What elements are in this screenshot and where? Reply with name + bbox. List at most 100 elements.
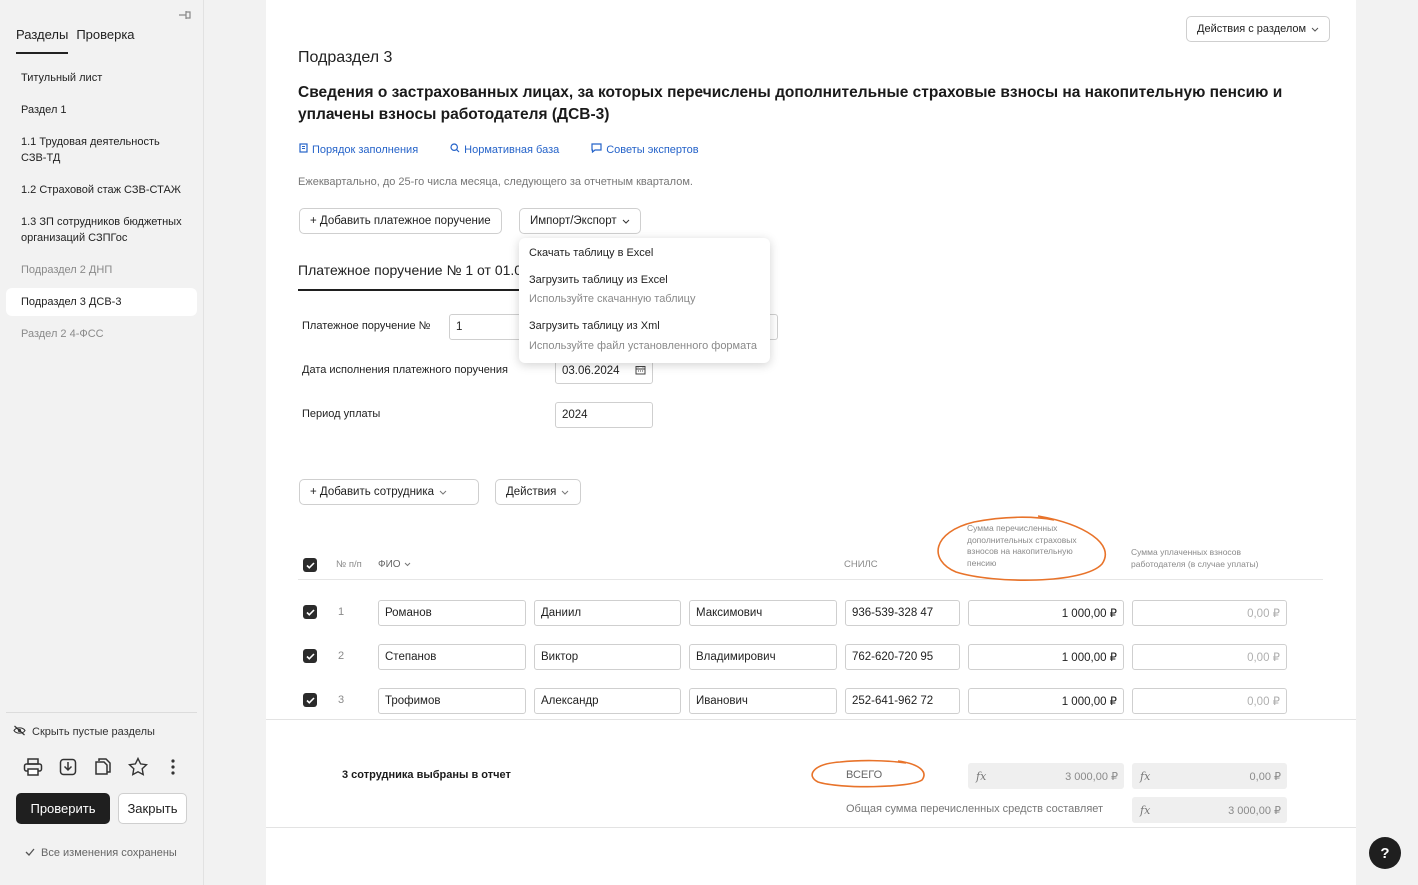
pin-icon[interactable] [178, 9, 192, 24]
sidebar-item-dsv3[interactable]: Подраздел 3 ДСВ-3 [6, 288, 197, 316]
sum-additional-value: 1 000,00 ₽ [1061, 608, 1117, 620]
menu-item-upload-excel-hint: Используйте скачанную таблицу [529, 293, 696, 305]
formula-icon: fx [1140, 769, 1151, 783]
hide-empty-label: Скрыть пустые разделы [32, 726, 155, 738]
eye-off-icon [13, 725, 26, 739]
print-icon[interactable] [22, 756, 43, 777]
first-name-input[interactable]: Александр [534, 688, 681, 714]
sidebar-item-szv-td[interactable]: 1.1 Трудовая деятельность СЗВ-ТД [6, 128, 197, 172]
col-fio-header[interactable]: ФИО [378, 559, 411, 571]
sum-additional-input[interactable]: 1 000,00 ₽ [968, 600, 1124, 626]
tab-check[interactable]: Проверка [76, 27, 134, 42]
select-all-checkbox[interactable] [303, 558, 317, 572]
sum-employer-value: 0,00 ₽ [1247, 696, 1280, 708]
last-name-input[interactable]: Трофимов [378, 688, 526, 714]
link-expert-tips[interactable]: Советы экспертов [591, 143, 699, 156]
payment-period-input[interactable]: 2024 [555, 402, 653, 428]
sidebar-item-szv-stazh[interactable]: 1.2 Страховой стаж СЗВ-СТАЖ [6, 176, 197, 204]
sidebar-divider [6, 712, 197, 713]
sidebar-item-section-1[interactable]: Раздел 1 [6, 96, 197, 124]
middle-name-input[interactable]: Иванович [689, 688, 837, 714]
row-number: 1 [338, 606, 345, 618]
link-fill-order[interactable]: Порядок заполнения [299, 143, 418, 156]
download-icon[interactable] [57, 756, 78, 777]
pp-number-value: 1 [456, 321, 463, 333]
sum-additional-input[interactable]: 1 000,00 ₽ [968, 688, 1124, 714]
add-payment-order-button[interactable]: + Добавить платежное поручение [299, 208, 502, 234]
help-button[interactable]: ? [1369, 837, 1401, 869]
last-name-input[interactable]: Степанов [378, 644, 526, 670]
sidebar-item-title-page[interactable]: Титульный лист [6, 64, 197, 92]
help-links: Порядок заполнения Нормативная база Сове… [299, 143, 699, 156]
sum-employer-input[interactable]: 0,00 ₽ [1132, 688, 1287, 714]
overall-sum-value: 3 000,00 ₽ [1228, 804, 1281, 817]
add-employee-label: + Добавить сотрудника [310, 486, 435, 498]
chevron-down-icon [561, 486, 569, 498]
calendar-icon[interactable] [635, 365, 646, 378]
close-button[interactable]: Закрыть [118, 793, 187, 824]
payment-order-title[interactable]: Платежное поручение № 1 от 01.0 [298, 262, 522, 278]
snils-value: 252-641-962 72 [852, 695, 934, 707]
overall-label: Общая сумма перечисленных средств состав… [846, 803, 1104, 815]
formula-icon: fx [1140, 803, 1151, 817]
row-checkbox[interactable] [303, 649, 317, 663]
payment-period-label: Период уплаты [302, 408, 381, 420]
row-checkbox[interactable] [303, 605, 317, 619]
snils-input[interactable]: 936-539-328 47 [845, 600, 960, 626]
first-name-input[interactable]: Даниил [534, 600, 681, 626]
formula-icon: fx [976, 769, 987, 783]
book-icon [299, 143, 308, 156]
import-export-label: Импорт/Экспорт [530, 215, 617, 227]
middle-name-value: Максимович [696, 607, 763, 619]
sidebar-item-szpgos[interactable]: 1.3 ЗП сотрудников бюджетных организаций… [6, 208, 197, 252]
pp-number-label: Платежное поручение № [302, 320, 431, 332]
snils-value: 936-539-328 47 [852, 607, 934, 619]
section-actions-button[interactable]: Действия с разделом [1186, 16, 1331, 42]
more-vertical-icon[interactable] [162, 756, 183, 777]
check-button[interactable]: Проверить [16, 793, 110, 824]
link-normative-base[interactable]: Нормативная база [450, 143, 559, 156]
first-name-value: Виктор [541, 651, 579, 663]
import-export-button[interactable]: Импорт/Экспорт [519, 208, 641, 234]
last-name-value: Романов [385, 607, 432, 619]
execution-date-label: Дата исполнения платежного поручения [302, 364, 508, 376]
first-name-input[interactable]: Виктор [534, 644, 681, 670]
col-snils-header: СНИЛС [844, 559, 878, 570]
summary-divider [266, 719, 1356, 720]
sum-employer-input[interactable]: 0,00 ₽ [1132, 644, 1287, 670]
copy-icon[interactable] [92, 756, 113, 777]
section-actions-label: Действия с разделом [1197, 23, 1307, 35]
total-employer-field: fx 0,00 ₽ [1132, 763, 1287, 789]
tab-sections[interactable]: Разделы [16, 27, 68, 42]
sidebar-item-dnp[interactable]: Подраздел 2 ДНП [6, 256, 197, 284]
middle-name-input[interactable]: Владимирович [689, 644, 837, 670]
menu-item-download-excel[interactable]: Скачать таблицу в Excel [529, 247, 653, 259]
hide-empty-toggle[interactable]: Скрыть пустые разделы [13, 725, 155, 739]
menu-item-upload-xml[interactable]: Загрузить таблицу из Xml [529, 320, 660, 332]
snils-input[interactable]: 252-641-962 72 [845, 688, 960, 714]
middle-name-value: Владимирович [696, 651, 776, 663]
snils-value: 762-620-720 95 [852, 651, 934, 663]
sidebar-item-4fss[interactable]: Раздел 2 4-ФСС [6, 320, 197, 348]
menu-item-upload-excel[interactable]: Загрузить таблицу из Excel [529, 274, 668, 286]
row-number: 3 [338, 694, 345, 706]
row-checkbox[interactable] [303, 693, 317, 707]
search-icon [450, 143, 460, 156]
chevron-down-icon [1311, 23, 1319, 35]
sum-additional-input[interactable]: 1 000,00 ₽ [968, 644, 1124, 670]
star-icon[interactable] [127, 756, 148, 777]
chat-icon [591, 143, 602, 156]
selected-count: 3 сотрудника выбраны в отчет [342, 769, 511, 781]
last-name-input[interactable]: Романов [378, 600, 526, 626]
snils-input[interactable]: 762-620-720 95 [845, 644, 960, 670]
col-sum-additional-header: Сумма перечисленных дополнительных страх… [967, 523, 1077, 568]
actions-button[interactable]: Действия [495, 479, 581, 505]
checkmark-icon [25, 847, 35, 859]
last-name-value: Трофимов [385, 695, 441, 707]
add-employee-button[interactable]: + Добавить сотрудника [299, 479, 479, 505]
sum-employer-input[interactable]: 0,00 ₽ [1132, 600, 1287, 626]
last-name-value: Степанов [385, 651, 437, 663]
active-tab-indicator [16, 52, 68, 54]
middle-name-input[interactable]: Максимович [689, 600, 837, 626]
chevron-down-icon [622, 215, 630, 227]
